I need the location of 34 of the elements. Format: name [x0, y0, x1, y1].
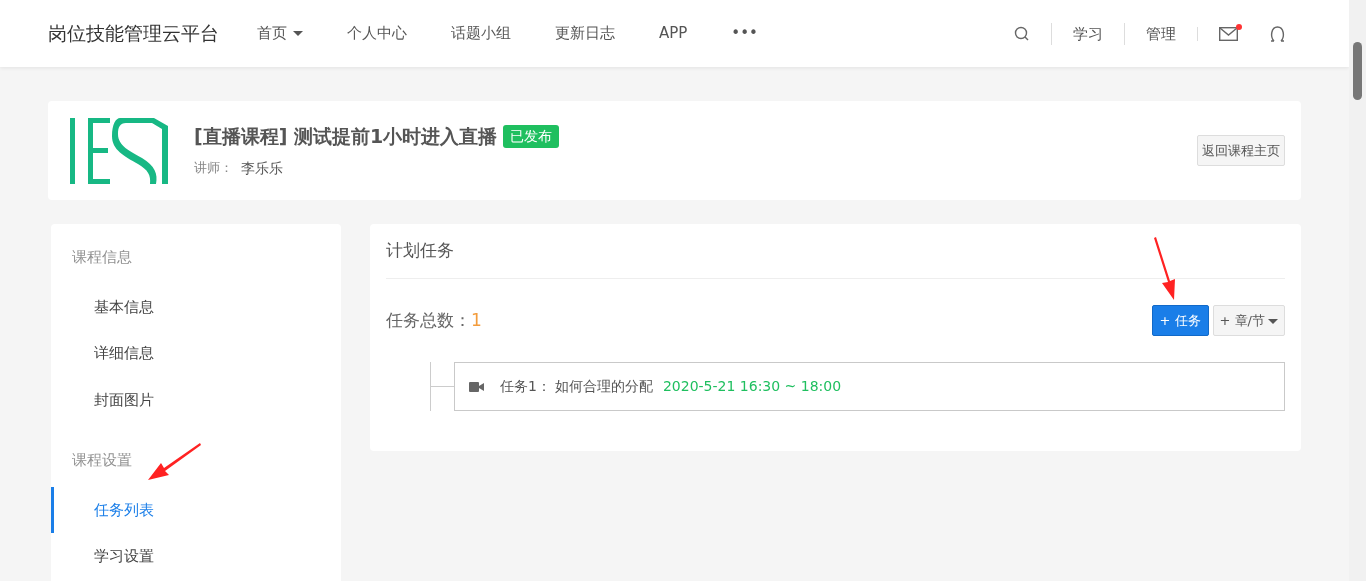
nav-link[interactable]: 个人中心	[325, 22, 429, 45]
teacher-name: 李乐乐	[241, 159, 283, 179]
back-button[interactable]: 返回课程主页	[1197, 134, 1285, 167]
video-camera-icon	[469, 381, 484, 392]
add-chapter-button[interactable]: + 章/节	[1212, 304, 1285, 336]
task-title: 如何合理的分配	[554, 377, 653, 396]
nav-link[interactable]: 首页	[235, 22, 325, 45]
site-title: 岗位技能管理云平台	[48, 21, 219, 47]
annotation-arrow	[1152, 236, 1178, 302]
sidebar-item[interactable]: 详细信息	[51, 330, 341, 377]
sidebar-item[interactable]: 学习设置	[51, 533, 341, 580]
task-count: 任务总数：1	[386, 308, 482, 332]
task-name: 任务1：	[500, 377, 551, 396]
status-badge: 已发布	[503, 124, 560, 148]
section-heading: 课程设置	[72, 450, 132, 471]
panel-title: 计划任务	[386, 224, 1285, 279]
add-task-button[interactable]: + 任务	[1151, 304, 1209, 336]
scrollbar[interactable]	[1349, 0, 1366, 581]
tree-connector	[430, 362, 454, 411]
nav-link[interactable]: 更新日志	[533, 22, 637, 45]
sidebar-item[interactable]: 基本信息	[51, 283, 341, 330]
section-heading: 课程信息	[72, 247, 132, 268]
nav-link[interactable]: 管理	[1124, 22, 1197, 45]
nav-link[interactable]: •••	[709, 22, 780, 45]
task-time: 2020-5-21 16:30 ~ 18:00	[662, 377, 842, 396]
teacher-label: 讲师：	[194, 159, 233, 178]
sidebar-item[interactable]: 封面图片	[51, 376, 341, 423]
nav-link[interactable]: 学习	[1051, 22, 1124, 45]
sidebar-item[interactable]: 任务列表	[51, 486, 341, 533]
course-title: [直播课程] 测试提前1小时进入直播	[194, 123, 498, 149]
nav-link[interactable]: APP	[637, 22, 710, 45]
annotation-arrow	[146, 442, 202, 482]
nav-link[interactable]: 话题小组	[429, 22, 533, 45]
task-row[interactable]: 任务1： 如何合理的分配 2020-5-21 16:30 ~ 18:00	[454, 362, 1285, 411]
